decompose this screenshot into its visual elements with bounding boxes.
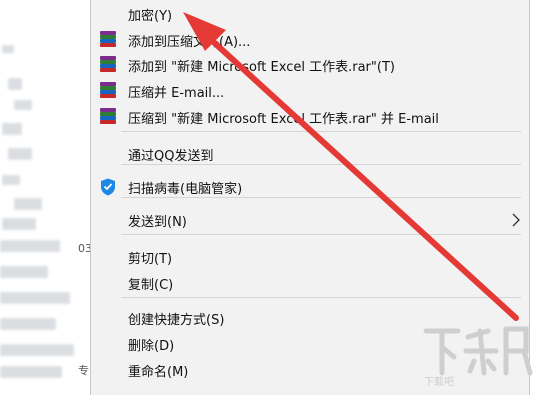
- shield-icon: [101, 178, 115, 196]
- menu-item-add-to-rar[interactable]: 添加到 "新建 Microsoft Excel 工作表.rar"(T): [91, 53, 529, 77]
- winrar-icon: [100, 56, 116, 74]
- menu-item-label: 复制(C): [128, 277, 174, 293]
- blurred-content: [2, 218, 36, 230]
- blurred-content: [8, 148, 32, 160]
- menu-item-label: 加密(Y): [128, 8, 173, 24]
- blurred-content: [2, 123, 22, 135]
- blurred-content: [0, 266, 48, 278]
- winrar-icon: [100, 31, 116, 49]
- menu-item-label: 压缩并 E-mail...: [128, 85, 225, 101]
- menu-item-label: 添加到 "新建 Microsoft Excel 工作表.rar"(T): [128, 59, 395, 75]
- blurred-content: [0, 366, 62, 378]
- menu-item-copy[interactable]: 复制(C): [91, 271, 529, 295]
- menu-item-add-to-archive[interactable]: 添加到压缩文件(A)...: [91, 28, 529, 52]
- watermark-logo: 下载吧: [423, 326, 533, 387]
- menu-separator: [121, 234, 521, 235]
- blurred-content: [0, 318, 56, 330]
- menu-separator: [121, 131, 521, 132]
- menu-item-compress-to-rar-email[interactable]: 压缩到 "新建 Microsoft Excel 工作表.rar" 并 E-mai…: [91, 105, 529, 129]
- menu-item-send-via-qq[interactable]: 通过QQ发送到: [91, 142, 529, 166]
- winrar-icon: [100, 108, 116, 126]
- menu-item-label: 添加到压缩文件(A)...: [128, 34, 251, 50]
- menu-item-encrypt[interactable]: 加密(Y): [91, 2, 529, 26]
- menu-item-label: 创建快捷方式(S): [128, 312, 225, 328]
- menu-separator: [121, 164, 521, 165]
- chevron-right-icon: [512, 213, 520, 227]
- menu-item-label: 压缩到 "新建 Microsoft Excel 工作表.rar" 并 E-mai…: [128, 111, 439, 127]
- menu-item-cut[interactable]: 剪切(T): [91, 245, 529, 269]
- menu-item-label: 发送到(N): [128, 214, 187, 230]
- menu-item-compress-email[interactable]: 压缩并 E-mail...: [91, 79, 529, 103]
- menu-item-label: 扫描病毒(电脑管家): [128, 181, 243, 197]
- menu-separator: [121, 297, 521, 298]
- menu-separator: [121, 197, 521, 198]
- blurred-content: [8, 78, 22, 90]
- background-text-fragment: 专: [78, 364, 89, 377]
- winrar-icon: [100, 82, 116, 100]
- menu-item-label: 删除(D): [128, 338, 175, 354]
- menu-item-label: 通过QQ发送到: [128, 148, 214, 164]
- menu-item-label: 剪切(T): [128, 251, 173, 267]
- svg-text:下载吧: 下载吧: [424, 376, 454, 387]
- blurred-content: [14, 198, 42, 210]
- menu-item-send-to[interactable]: 发送到(N): [91, 208, 529, 232]
- blurred-content: [0, 344, 74, 356]
- blurred-content: [14, 100, 32, 110]
- blurred-content: [0, 240, 60, 252]
- menu-item-scan-virus[interactable]: 扫描病毒(电脑管家): [91, 175, 529, 199]
- blurred-content: [2, 175, 20, 185]
- blurred-content: [0, 292, 70, 304]
- menu-item-label: 重命名(M): [128, 364, 189, 380]
- background-window: 03 专: [0, 0, 92, 395]
- blurred-content: [2, 45, 14, 53]
